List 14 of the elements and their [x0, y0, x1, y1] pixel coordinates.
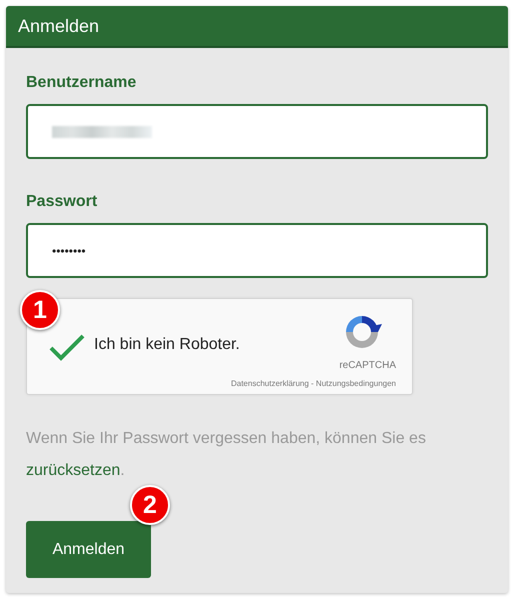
- checkmark-icon[interactable]: [49, 333, 85, 361]
- captcha-label: Ich bin kein Roboter.: [94, 336, 240, 354]
- terms-link[interactable]: Nutzungsbedingungen: [316, 379, 396, 388]
- field-label: Benutzername: [26, 74, 136, 92]
- privacy-link[interactable]: Datenschutzerklärung: [230, 379, 309, 388]
- password-reset-note: Wenn Sie Ihr Passwort vergessen haben, können Sie es zurücksetzen.: [26, 429, 427, 481]
- login-button[interactable]: Anmelden: [26, 521, 151, 578]
- panel-title: Anmelden: [18, 16, 100, 36]
- reset-link[interactable]: zurücksetzen: [26, 462, 120, 479]
- password-field[interactable]: ••••••••: [26, 223, 488, 278]
- username-field[interactable]: [26, 104, 488, 159]
- link-separator: -: [310, 379, 315, 388]
- field-label: Passwort: [26, 193, 98, 211]
- captcha-brand: reCAPTCHA: [339, 360, 396, 371]
